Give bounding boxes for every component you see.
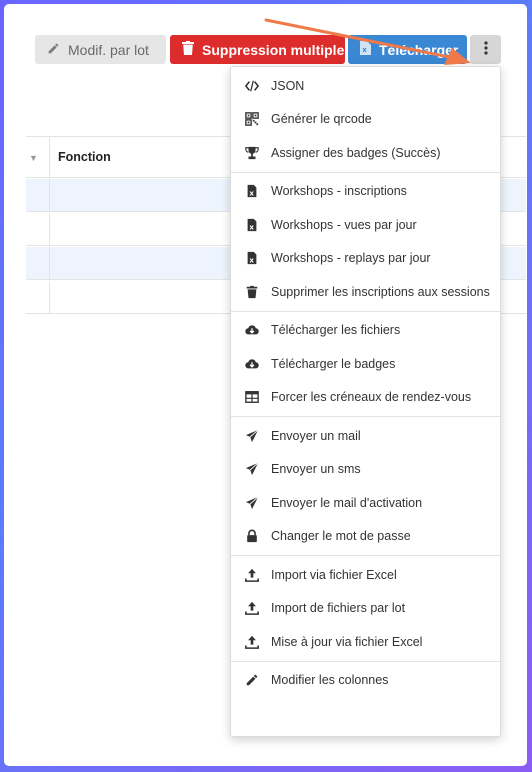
menu-item-label: JSON (271, 78, 305, 93)
menu-item[interactable]: Télécharger le badges (231, 347, 500, 381)
paper-plane-icon (245, 496, 271, 510)
excel-file-icon: x (245, 218, 271, 232)
kebab-menu-icon (483, 41, 488, 58)
annotation-arrow (264, 18, 471, 65)
cloud-download-icon (245, 323, 271, 337)
svg-text:x: x (249, 223, 254, 231)
sort-caret-icon[interactable]: ▼ (29, 153, 38, 163)
svg-text:x: x (249, 257, 254, 265)
menu-item[interactable]: Supprimer les inscriptions aux sessions (231, 275, 500, 309)
trash-icon (182, 41, 194, 58)
menu-item-label: Workshops - inscriptions (271, 184, 407, 199)
menu-item[interactable]: Envoyer un mail (231, 419, 500, 453)
menu-item[interactable]: x Workshops - vues par jour (231, 208, 500, 242)
more-options-button[interactable] (470, 35, 501, 64)
pencil-icon (245, 673, 271, 687)
column-header-fonction[interactable]: Fonction (58, 150, 111, 164)
svg-text:x: x (249, 190, 254, 198)
menu-item-label: Envoyer le mail d'activation (271, 495, 423, 510)
upload-icon (245, 568, 271, 582)
menu-group: Modifier les colonnes (231, 662, 500, 700)
menu-item-label: Changer le mot de passe (271, 529, 411, 544)
column-separator (49, 179, 50, 211)
menu-group: x Workshops - inscriptions x Workshops - vu… (231, 173, 500, 312)
qrcode-icon (245, 112, 271, 127)
menu-item[interactable]: Import via fichier Excel (231, 558, 500, 592)
cloud-download-icon (245, 357, 271, 371)
column-separator (49, 213, 50, 245)
menu-item[interactable]: Mise à jour via fichier Excel (231, 625, 500, 659)
menu-item-label: Télécharger les fichiers (271, 323, 401, 338)
column-separator (49, 137, 50, 177)
menu-item-label: Générer le qrcode (271, 112, 372, 127)
menu-item[interactable]: Télécharger les fichiers (231, 314, 500, 348)
upload-icon (245, 601, 271, 616)
menu-group: Télécharger les fichiers Télécharger le b… (231, 312, 500, 417)
upload-icon (245, 635, 271, 649)
menu-item-label: Envoyer un mail (271, 428, 361, 443)
excel-file-icon: x (245, 251, 271, 265)
menu-item[interactable]: Assigner des badges (Succès) (231, 136, 500, 170)
paper-plane-icon (245, 429, 271, 443)
column-separator (49, 281, 50, 313)
menu-item[interactable]: Envoyer un sms (231, 453, 500, 487)
edit-batch-label: Modif. par lot (68, 41, 149, 58)
menu-item-label: Supprimer les inscriptions aux sessions (271, 284, 490, 299)
more-options-menu: JSON Générer le qrcode Assigner des badges… (230, 66, 501, 737)
menu-item-label: Télécharger le badges (271, 356, 396, 371)
menu-item-label: Import de fichiers par lot (271, 601, 406, 616)
menu-item-label: Workshops - vues par jour (271, 217, 417, 232)
edit-batch-button[interactable]: Modif. par lot (35, 35, 166, 64)
menu-item-label: Modifier les colonnes (271, 673, 389, 688)
menu-item[interactable]: Changer le mot de passe (231, 520, 500, 554)
menu-item[interactable]: x Workshops - replays par jour (231, 242, 500, 276)
trophy-icon (245, 146, 271, 160)
menu-item-label: Forcer les créneaux de rendez-vous (271, 390, 472, 405)
menu-item-label: Workshops - replays par jour (271, 251, 431, 266)
menu-item[interactable]: JSON (231, 69, 500, 103)
menu-item-label: Envoyer un sms (271, 462, 361, 477)
menu-item-label: Import via fichier Excel (271, 567, 397, 582)
menu-item-label: Assigner des badges (Succès) (271, 145, 441, 160)
lock-icon (245, 529, 271, 543)
menu-item-label: Mise à jour via fichier Excel (271, 634, 423, 649)
menu-group: JSON Générer le qrcode Assigner des badges… (231, 67, 500, 173)
paper-plane-icon (245, 462, 271, 476)
app-window: Modif. par lot Suppression multiple x Té… (4, 4, 527, 766)
table-icon (245, 390, 271, 404)
menu-group: Envoyer un mail Envoyer un sms Envoyer le … (231, 417, 500, 556)
menu-group: Import via fichier Excel Import de fichie… (231, 556, 500, 662)
excel-file-icon: x (245, 184, 271, 198)
trash-icon (245, 285, 271, 299)
menu-item[interactable]: Envoyer le mail d'activation (231, 486, 500, 520)
menu-item[interactable]: x Workshops - inscriptions (231, 175, 500, 209)
menu-item[interactable]: Générer le qrcode (231, 103, 500, 137)
code-icon (245, 79, 271, 93)
menu-item[interactable]: Import de fichiers par lot (231, 592, 500, 626)
menu-item[interactable]: Modifier les colonnes (231, 664, 500, 698)
column-separator (49, 247, 50, 279)
pencil-icon (47, 42, 60, 58)
menu-item[interactable]: Forcer les créneaux de rendez-vous (231, 381, 500, 415)
